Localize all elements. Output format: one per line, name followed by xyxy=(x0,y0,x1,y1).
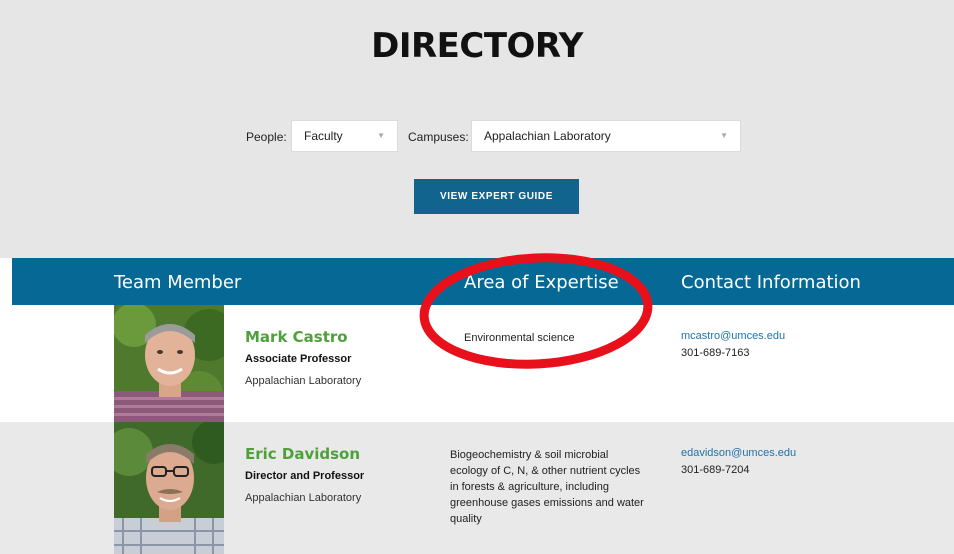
phone-number: 301-689-7163 xyxy=(681,347,750,359)
team-member-name[interactable]: Mark Castro xyxy=(245,328,348,346)
team-member-role: Director and Professor xyxy=(245,470,365,482)
table-header: Team Member Area of Expertise Contact In… xyxy=(12,258,954,305)
email-link[interactable]: mcastro@umces.edu xyxy=(681,330,785,342)
team-member-name[interactable]: Eric Davidson xyxy=(245,445,360,463)
column-header-contact-information: Contact Information xyxy=(681,272,861,293)
campuses-select-value: Appalachian Laboratory xyxy=(484,129,611,143)
table-row: Mark Castro Associate Professor Appalach… xyxy=(0,305,954,422)
view-expert-guide-button[interactable]: VIEW EXPERT GUIDE xyxy=(414,179,579,214)
campuses-select[interactable]: Appalachian Laboratory ▼ xyxy=(471,120,741,152)
campuses-filter-label: Campuses: xyxy=(408,130,469,144)
column-header-area-of-expertise: Area of Expertise xyxy=(464,272,619,293)
phone-number: 301-689-7204 xyxy=(681,464,750,476)
table-row: Eric Davidson Director and Professor App… xyxy=(0,422,954,554)
area-of-expertise: Environmental science xyxy=(464,332,575,344)
column-header-team-member: Team Member xyxy=(114,272,242,293)
people-select-value: Faculty xyxy=(304,129,343,143)
area-of-expertise: Biogeochemistry & soil microbial ecology… xyxy=(450,449,644,525)
team-member-campus: Appalachian Laboratory xyxy=(245,375,362,387)
avatar xyxy=(114,422,224,554)
people-filter-label: People: xyxy=(246,130,287,144)
chevron-down-icon: ▼ xyxy=(377,131,385,140)
chevron-down-icon: ▼ xyxy=(720,131,728,140)
team-member-role: Associate Professor xyxy=(245,353,352,365)
people-select[interactable]: Faculty ▼ xyxy=(291,120,398,152)
page-title: DIRECTORY xyxy=(371,26,583,66)
email-link[interactable]: edavidson@umces.edu xyxy=(681,447,796,459)
team-member-campus: Appalachian Laboratory xyxy=(245,492,362,504)
avatar xyxy=(114,305,224,422)
directory-hero: DIRECTORY People: Faculty ▼ Campuses: Ap… xyxy=(0,0,954,258)
